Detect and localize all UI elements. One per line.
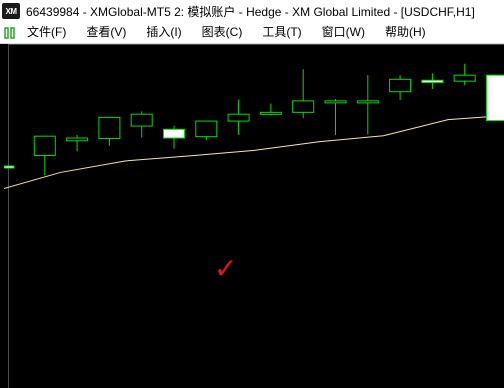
candle-body-bull (292, 100, 315, 113)
candle-body-bull (356, 100, 379, 104)
candle-body-bull (195, 120, 218, 138)
candle (98, 116, 121, 146)
candle (163, 125, 185, 149)
candle (356, 75, 379, 135)
candle-body-bull (66, 137, 89, 142)
candle-body-bull (130, 113, 153, 127)
candle (324, 99, 347, 135)
candle (195, 120, 218, 141)
candle (453, 63, 476, 86)
menu-tools[interactable]: 工具(T) (252, 22, 311, 43)
candle (4, 165, 15, 169)
candle-body-bull (453, 74, 476, 82)
candle-body-bear (486, 74, 504, 122)
menu-insert[interactable]: 插入(I) (136, 22, 191, 43)
candle-body-bull (259, 111, 282, 115)
toolbar-grip-icon[interactable] (3, 22, 17, 43)
candle-body-bull (98, 116, 121, 139)
menu-view[interactable]: 查看(V) (76, 22, 136, 43)
candle-body-bear (163, 128, 185, 139)
red-check-mark-icon: ✓ (214, 252, 238, 285)
chart-area[interactable] (0, 44, 504, 388)
moving-average-line (4, 116, 504, 189)
menu-window[interactable]: 窗口(W) (312, 22, 375, 43)
xm-logo-icon: XM (2, 3, 20, 19)
candle (421, 73, 444, 89)
candle-body-bull (33, 135, 56, 156)
menu-help[interactable]: 帮助(H) (375, 22, 436, 43)
candle-body-bull (389, 78, 412, 93)
window-title: 66439984 - XMGlobal-MT5 2: 模拟账户 - Hedge … (26, 4, 475, 19)
candle (66, 134, 89, 152)
candle (130, 111, 153, 138)
candle-body-bear (4, 165, 15, 169)
title-bar: XM 66439984 - XMGlobal-MT5 2: 模拟账户 - Hed… (0, 0, 504, 23)
menu-charts[interactable]: 图表(C) (192, 22, 253, 43)
candle (227, 99, 250, 135)
menu-bar: 文件(F) 查看(V) 插入(I) 图表(C) 工具(T) 窗口(W) 帮助(H… (0, 22, 504, 44)
price-chart[interactable] (4, 44, 504, 388)
candle (259, 103, 282, 116)
candle-body-bear (421, 79, 444, 84)
candle (389, 75, 412, 100)
menu-file[interactable]: 文件(F) (17, 22, 76, 43)
candle (292, 69, 315, 119)
candle (33, 135, 56, 176)
candle-body-bull (324, 100, 347, 104)
candle (486, 74, 504, 122)
candle-body-bull (227, 113, 250, 122)
